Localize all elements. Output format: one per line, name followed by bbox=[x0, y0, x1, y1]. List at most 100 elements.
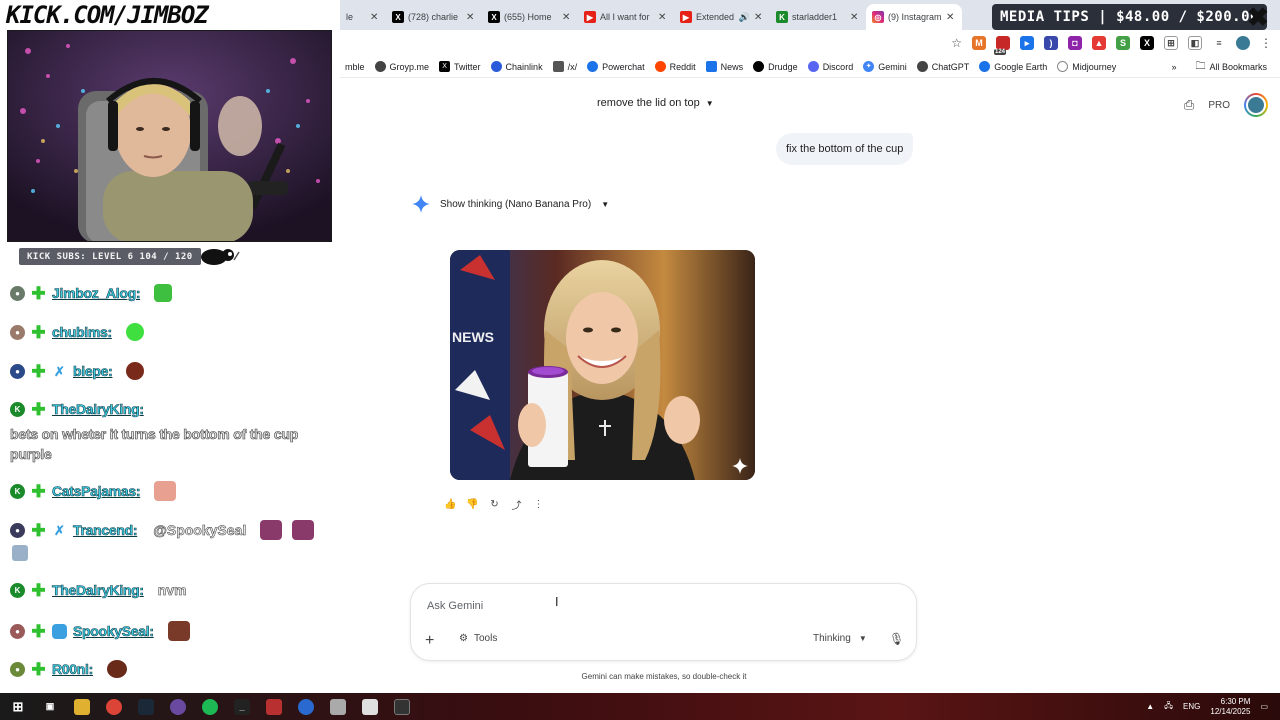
app-icon[interactable] bbox=[394, 698, 410, 715]
task-view-icon[interactable]: ▣ bbox=[42, 699, 58, 715]
app-icon[interactable] bbox=[362, 698, 378, 715]
extension-icon[interactable]: S bbox=[1116, 36, 1130, 50]
thumbs-down-icon[interactable]: 👎 bbox=[466, 498, 479, 511]
steam-icon[interactable] bbox=[138, 698, 154, 715]
bookmark-item[interactable]: News bbox=[701, 61, 749, 72]
network-icon[interactable]: 🖧 bbox=[1164, 700, 1173, 714]
chevron-down-icon: ▼ bbox=[858, 634, 867, 643]
thinking-mode-dropdown[interactable]: Thinking ▼ bbox=[813, 633, 867, 644]
pro-badge[interactable]: PRO bbox=[1208, 100, 1230, 111]
split-view-icon[interactable]: ◧ bbox=[1188, 36, 1202, 50]
clock-date: 12/14/2025 bbox=[1210, 706, 1251, 716]
print-icon[interactable]: ⎙ bbox=[1184, 97, 1194, 113]
app-icon[interactable] bbox=[266, 698, 282, 715]
chrome-icon[interactable] bbox=[106, 698, 122, 715]
chat-username[interactable]: R00ni: bbox=[52, 661, 94, 678]
windows-start-icon[interactable]: ⊞ bbox=[10, 699, 26, 715]
more-options-icon[interactable]: ⋮ bbox=[532, 498, 545, 511]
audio-playing-icon[interactable]: 🔊 bbox=[739, 12, 750, 23]
bookmark-item[interactable]: Drudge bbox=[748, 61, 803, 72]
file-explorer-icon[interactable] bbox=[74, 698, 90, 715]
all-bookmarks-button[interactable]: 🗀 All Bookmarks bbox=[1190, 59, 1272, 76]
bookmark-item[interactable]: Powerchat bbox=[582, 61, 650, 72]
browser-tab[interactable]: ▶ Extended 🔊 ✕ bbox=[674, 4, 770, 30]
tools-button[interactable]: ⚙ Tools bbox=[459, 633, 497, 644]
gift-badge-icon bbox=[52, 623, 67, 639]
show-thinking-toggle[interactable]: Show thinking (Nano Banana Pro) ▼ bbox=[412, 194, 609, 214]
chat-username[interactable]: CatsPajamas: bbox=[52, 483, 141, 500]
bookmark-label: ChatGPT bbox=[931, 61, 970, 72]
browser-tab-active[interactable]: ◎ (9) Instagram ✕ bbox=[866, 4, 962, 30]
extension-icon[interactable]: ▸ bbox=[1020, 36, 1034, 50]
bookmark-label: mble bbox=[345, 61, 365, 72]
conversation-title-dropdown[interactable]: remove the lid on top ▼ bbox=[597, 97, 714, 109]
bookmark-item[interactable]: X Twitter bbox=[434, 61, 486, 72]
account-avatar[interactable] bbox=[1244, 93, 1268, 117]
bookmark-star-icon[interactable]: ☆ bbox=[951, 36, 962, 50]
close-icon[interactable]: ✕ bbox=[658, 12, 668, 23]
chat-username[interactable]: Jimboz_Alog: bbox=[52, 285, 141, 302]
bookmark-item[interactable]: Groyp.me bbox=[370, 61, 435, 72]
chevron-down-icon: ▼ bbox=[705, 98, 714, 108]
close-icon[interactable]: ✕ bbox=[466, 12, 476, 23]
chat-username[interactable]: TheDairyKing: bbox=[52, 582, 145, 599]
bookmark-item[interactable]: ChatGPT bbox=[912, 61, 975, 72]
browser-tab[interactable]: X (655) Home ✕ bbox=[482, 4, 578, 30]
browser-tab[interactable]: le ✕ bbox=[340, 4, 386, 30]
chat-message-text: @SpookySeal bbox=[153, 522, 247, 539]
puzzle-icon[interactable]: ⊞ bbox=[1164, 36, 1178, 50]
metamask-extension-icon[interactable]: M bbox=[972, 36, 986, 50]
app-icon[interactable] bbox=[330, 698, 346, 715]
bookmark-item[interactable]: /x/ bbox=[548, 61, 583, 72]
profile-avatar[interactable] bbox=[1236, 36, 1250, 50]
close-icon[interactable]: ✕ bbox=[946, 12, 956, 23]
chat-username[interactable]: SpookySeal: bbox=[73, 623, 155, 640]
chat-username[interactable]: biepe: bbox=[73, 363, 113, 380]
bookmark-item[interactable]: Midjourney bbox=[1052, 61, 1121, 72]
menu-icon[interactable]: ⋮ bbox=[1260, 36, 1272, 50]
chat-username[interactable]: chubims: bbox=[52, 324, 113, 341]
x-extension-icon[interactable]: X bbox=[1140, 36, 1154, 50]
add-attachment-button[interactable]: + bbox=[425, 632, 434, 650]
app-icon[interactable] bbox=[298, 698, 314, 715]
bookmark-item[interactable]: Google Earth bbox=[974, 61, 1052, 72]
language-indicator[interactable]: ENG bbox=[1183, 702, 1200, 711]
browser-tab[interactable]: X (728) charlie ✕ bbox=[386, 4, 482, 30]
obs-icon[interactable] bbox=[170, 698, 186, 715]
terminal-icon[interactable]: _ bbox=[234, 698, 250, 715]
generated-image-content: NEWS bbox=[450, 250, 755, 480]
regenerate-icon[interactable]: ↻ bbox=[488, 498, 501, 511]
browser-tab[interactable]: ▶ All I want for ✕ bbox=[578, 4, 674, 30]
spotify-icon[interactable] bbox=[202, 698, 218, 715]
microphone-icon[interactable]: 🎙 bbox=[889, 632, 904, 646]
extension-icon[interactable]: ) bbox=[1044, 36, 1058, 50]
bookmark-item[interactable]: mble bbox=[340, 62, 370, 72]
tray-overflow-icon[interactable]: ▲ bbox=[1146, 702, 1154, 711]
extension-icon[interactable]: ▲ bbox=[1092, 36, 1106, 50]
close-icon[interactable]: ✕ bbox=[370, 12, 380, 23]
bookmark-item[interactable]: Reddit bbox=[650, 61, 701, 72]
notification-icon[interactable]: ▭ bbox=[1260, 702, 1268, 711]
ask-gemini-input[interactable] bbox=[427, 598, 847, 614]
folder-icon: 🗀 bbox=[1195, 60, 1206, 72]
share-icon[interactable]: ⤴ bbox=[510, 498, 523, 512]
bookmark-item[interactable]: Chainlink bbox=[486, 61, 548, 72]
browser-tab[interactable]: K starladder1 ✕ bbox=[770, 4, 866, 30]
gmail-extension-icon[interactable]: 124 bbox=[994, 36, 1010, 55]
conversation-title: remove the lid on top bbox=[597, 97, 700, 109]
kick-badge-icon: K bbox=[10, 483, 25, 499]
close-icon[interactable]: ✕ bbox=[754, 12, 764, 23]
media-control-icon[interactable]: ≡ bbox=[1212, 36, 1226, 50]
thumbs-up-icon[interactable]: 👍 bbox=[444, 498, 457, 511]
chat-username[interactable]: TheDairyKing: bbox=[52, 401, 145, 418]
clock[interactable]: 6:30 PM 12/14/2025 bbox=[1210, 697, 1250, 717]
generated-image[interactable]: NEWS bbox=[450, 250, 755, 480]
close-icon[interactable]: ✕ bbox=[850, 12, 860, 23]
extension-icon[interactable]: ◘ bbox=[1068, 36, 1082, 50]
bookmark-item[interactable]: ✦ Gemini bbox=[858, 61, 912, 72]
chat-username[interactable]: Trancend: bbox=[73, 522, 138, 539]
bookmarks-overflow-button[interactable]: » bbox=[1171, 62, 1176, 72]
bookmark-item[interactable]: Discord bbox=[803, 61, 859, 72]
kick-badge-icon: K bbox=[10, 401, 25, 417]
close-icon[interactable]: ✕ bbox=[562, 12, 572, 23]
